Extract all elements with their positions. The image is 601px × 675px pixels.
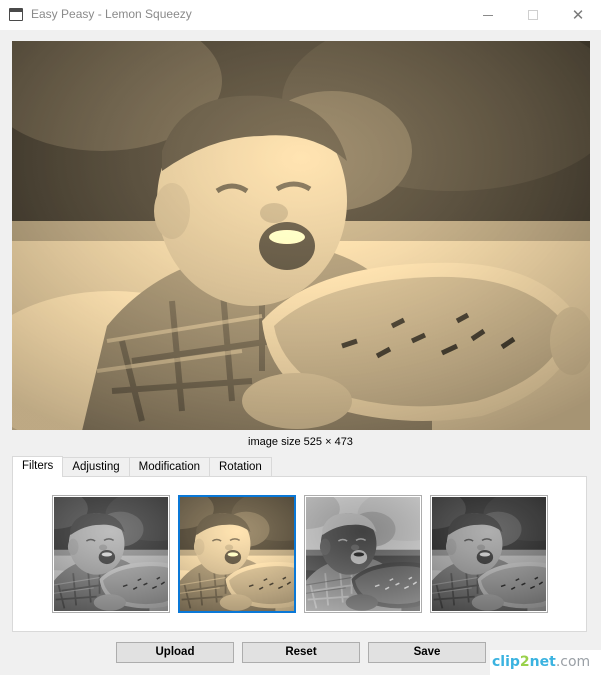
minimize-button[interactable] bbox=[465, 0, 511, 30]
preview-photo bbox=[12, 41, 590, 430]
inverted-preview bbox=[306, 497, 420, 611]
sepia-preview bbox=[180, 497, 294, 611]
watermark-part-net: net bbox=[529, 654, 556, 670]
tab-rotation[interactable]: Rotation bbox=[209, 457, 272, 477]
watermark-part-2: 2 bbox=[519, 654, 530, 670]
minimize-icon bbox=[483, 14, 493, 16]
filter-thumbnail-inverted[interactable] bbox=[304, 495, 422, 613]
filter-thumbnail-grayscale[interactable] bbox=[52, 495, 170, 613]
close-button[interactable]: ✕ bbox=[555, 0, 601, 30]
maximize-button[interactable] bbox=[510, 0, 556, 30]
watermark: clip2net.com bbox=[490, 650, 601, 675]
title-bar[interactable]: Easy Peasy - Lemon Squeezy ✕ bbox=[0, 0, 601, 30]
grayscale-preview bbox=[54, 497, 168, 611]
tab-bar: Filters Adjusting Modification Rotation bbox=[12, 456, 272, 477]
tab-adjusting[interactable]: Adjusting bbox=[62, 457, 130, 477]
maximize-icon bbox=[528, 10, 538, 20]
close-icon: ✕ bbox=[571, 5, 585, 24]
reset-button[interactable]: Reset bbox=[242, 642, 360, 663]
filter-thumbnail-grayscale-alt[interactable] bbox=[430, 495, 548, 613]
upload-button[interactable]: Upload bbox=[116, 642, 234, 663]
tab-filters[interactable]: Filters bbox=[12, 456, 64, 477]
watermark-part-com: .com bbox=[555, 654, 591, 670]
image-preview bbox=[12, 41, 590, 430]
app-window: Easy Peasy - Lemon Squeezy ✕ image size … bbox=[0, 0, 601, 675]
watermark-part-clip: clip bbox=[492, 654, 520, 670]
app-window-icon bbox=[9, 8, 23, 21]
tab-modification[interactable]: Modification bbox=[128, 457, 210, 477]
image-size-label: image size 525 × 473 bbox=[248, 436, 353, 448]
grayscale-alt-preview bbox=[432, 497, 546, 611]
filters-panel bbox=[12, 476, 587, 632]
filter-thumbnail-sepia[interactable] bbox=[178, 495, 296, 613]
save-button[interactable]: Save bbox=[368, 642, 486, 663]
window-title: Easy Peasy - Lemon Squeezy bbox=[31, 7, 192, 21]
